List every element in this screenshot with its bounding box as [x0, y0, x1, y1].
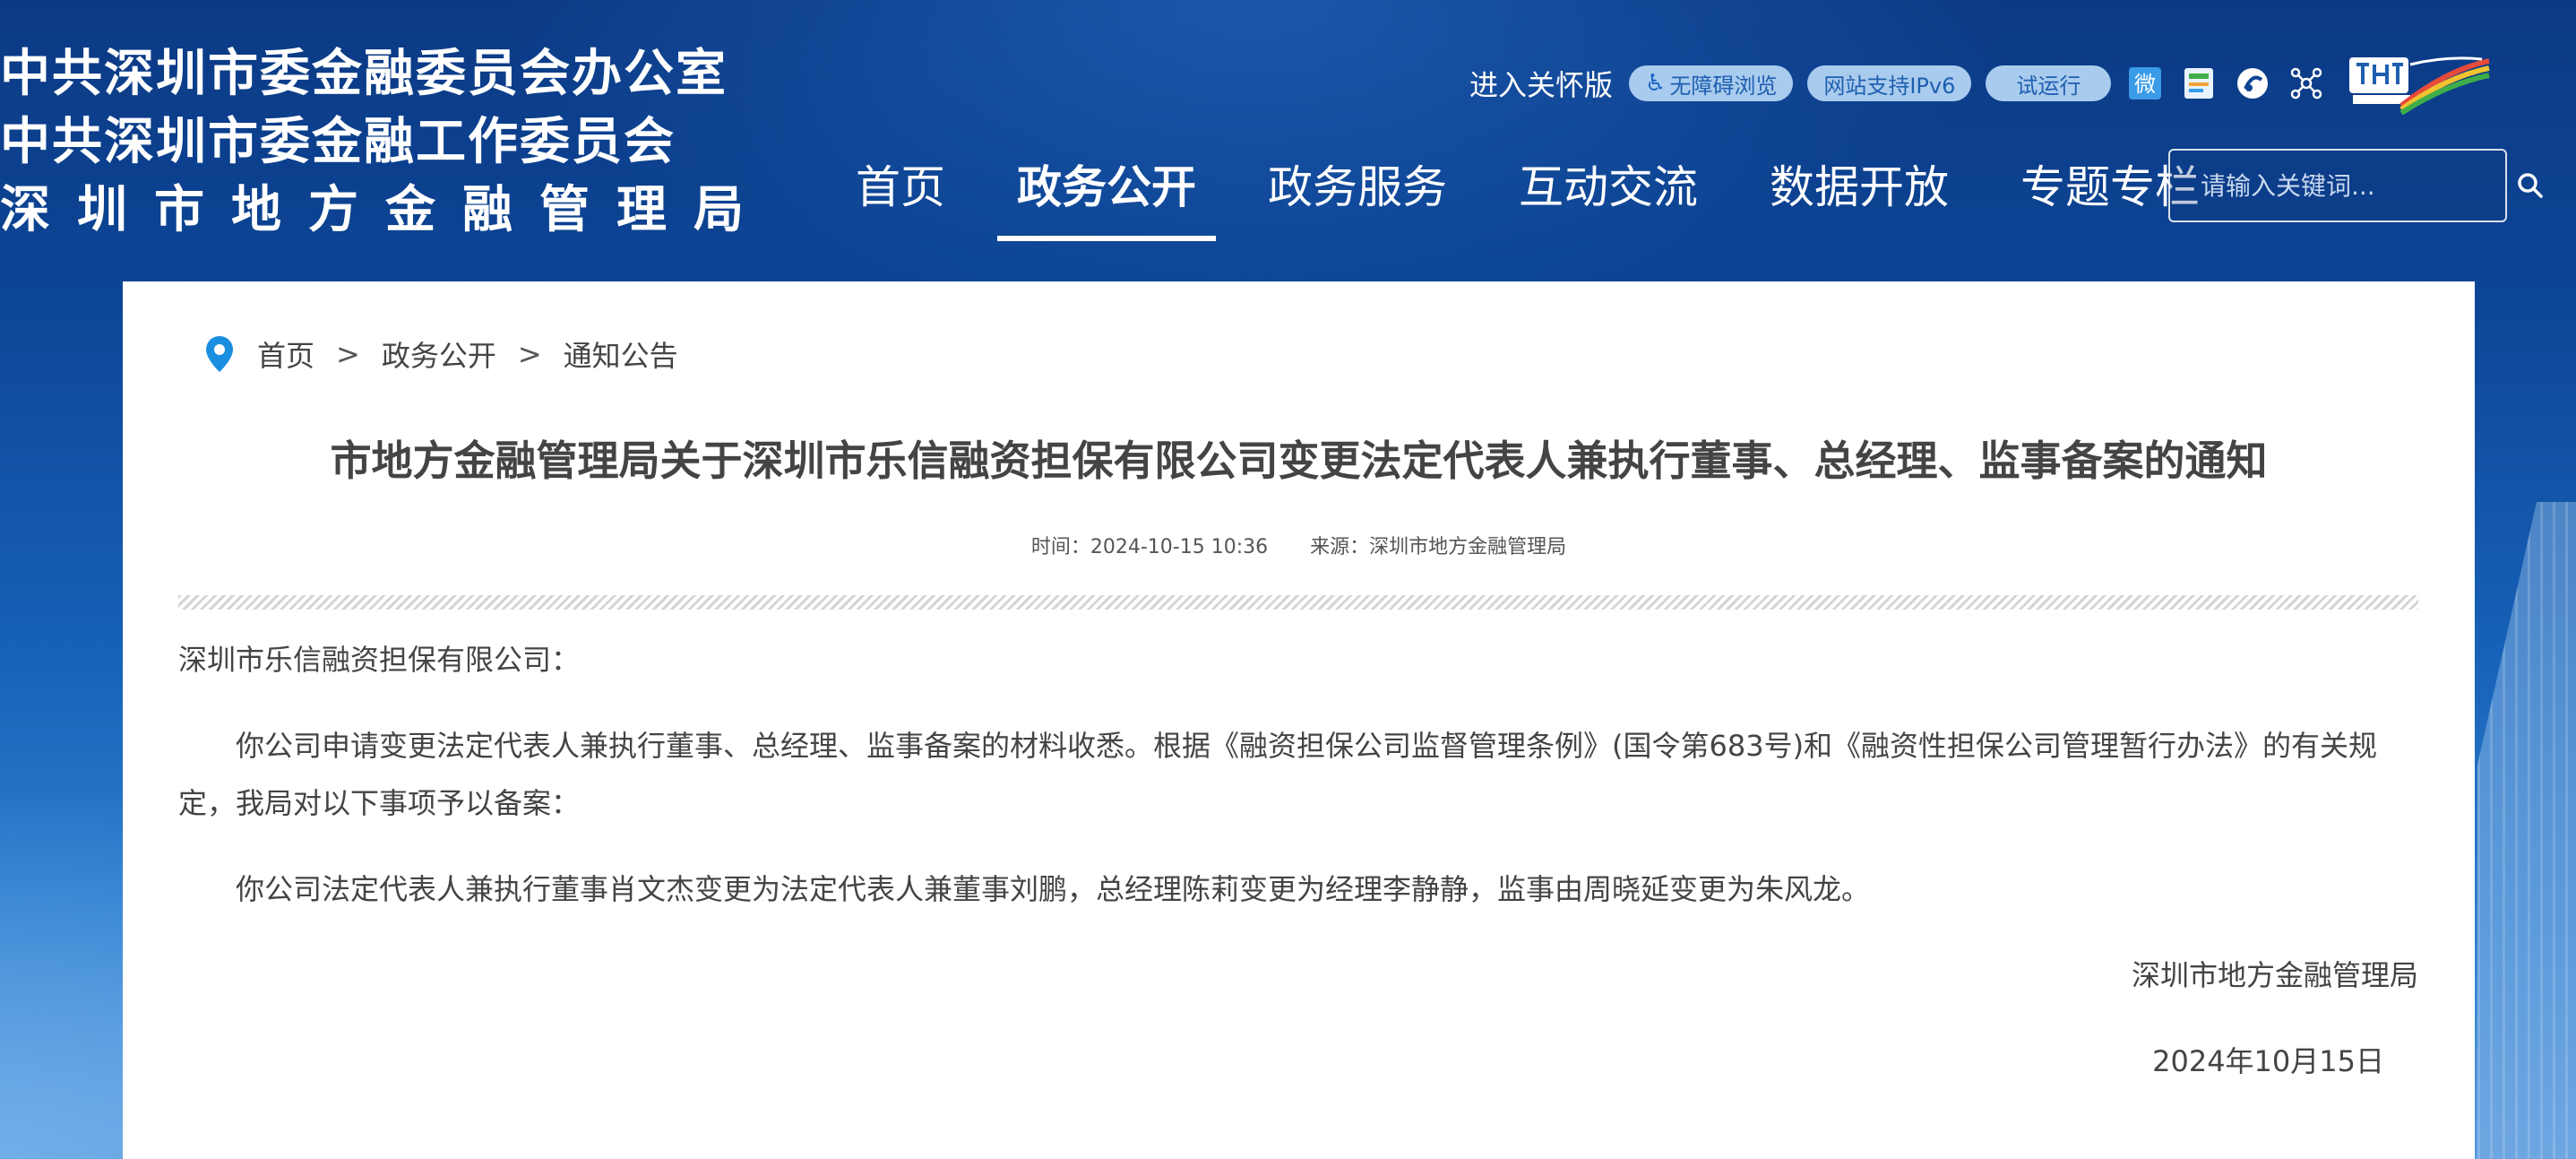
- org-line-2: 中共深圳市委金融工作委员会: [0, 113, 676, 171]
- hatched-divider: [178, 595, 2418, 610]
- accessibility-label: 无障碍浏览: [1669, 73, 1778, 99]
- article-time: 时间：2024-10-15 10:36: [1030, 536, 1269, 558]
- site-title[interactable]: 中共深圳市委金融委员会办公室 中共深圳市委金融工作委员会 深圳市地方金融管理局: [0, 40, 771, 245]
- article-paragraph: 你公司申请变更法定代表人兼执行董事、总经理、监事备案的材料收悉。根据《融资担保公…: [178, 729, 2378, 820]
- org-line-1: 中共深圳市委金融委员会办公室: [0, 45, 728, 103]
- search-icon: [2518, 173, 2543, 198]
- accessibility-button[interactable]: ♿ 无障碍浏览: [1629, 65, 1794, 101]
- search-button[interactable]: [2515, 151, 2546, 221]
- svg-text:微: 微: [2134, 72, 2156, 97]
- accessibility-icon: ♿: [1645, 70, 1667, 97]
- article-body: 深圳市乐信融资担保有限公司： 你公司申请变更法定代表人兼执行董事、总经理、监事备…: [178, 631, 2418, 1090]
- app-icon[interactable]: [2287, 64, 2326, 103]
- shenzhen-logo[interactable]: [2348, 52, 2491, 116]
- nav-open-data[interactable]: 数据开放: [1734, 148, 1985, 241]
- breadcrumb-separator: >: [517, 337, 542, 371]
- ipv6-badge[interactable]: 网站支持IPv6: [1807, 65, 1972, 101]
- article-signature: 深圳市地方金融管理局: [2131, 958, 2418, 992]
- article-title: 市地方金融管理局关于深圳市乐信融资担保有限公司变更法定代表人兼执行董事、总经理、…: [330, 437, 2268, 485]
- weibo-icon[interactable]: [2233, 64, 2272, 103]
- breadcrumb-notices[interactable]: 通知公告: [564, 333, 678, 375]
- breadcrumb: 首页 > 政务公开 > 通知公告: [203, 333, 678, 375]
- article-meta: 时间：2024-10-15 10:36 来源：深圳市地方金融管理局: [123, 531, 2475, 559]
- location-pin-icon: [206, 336, 233, 372]
- breadcrumb-separator: >: [336, 337, 360, 371]
- article-greeting: 深圳市乐信融资担保有限公司：: [178, 643, 581, 677]
- nav-services[interactable]: 政务服务: [1232, 148, 1483, 241]
- search-input[interactable]: [2170, 169, 2515, 202]
- wechat-icon[interactable]: 微: [2125, 64, 2165, 103]
- mini-program-icon[interactable]: [2179, 64, 2218, 103]
- nav-interaction[interactable]: 互动交流: [1483, 148, 1734, 241]
- article-paragraph: 你公司法定代表人兼执行董事肖文杰变更为法定代表人兼董事刘鹏，总经理陈莉变更为经理…: [236, 872, 1871, 906]
- nav-government-affairs[interactable]: 政务公开: [997, 148, 1216, 241]
- breadcrumb-government-affairs[interactable]: 政务公开: [382, 333, 496, 375]
- main-nav: 首页 政务公开 政务服务 互动交流 数据开放 专题专栏: [820, 148, 2236, 241]
- breadcrumb-home[interactable]: 首页: [257, 333, 314, 375]
- article-source: 来源：深圳市地方金融管理局: [1310, 536, 1567, 558]
- article-date: 2024年10月15日: [2152, 1044, 2384, 1078]
- trial-badge[interactable]: 试运行: [1986, 65, 2112, 101]
- content-panel: 首页 > 政务公开 > 通知公告 市地方金融管理局关于深圳市乐信融资担保有限公司…: [123, 281, 2475, 1159]
- org-line-3: 深圳市地方金融管理局: [0, 181, 771, 239]
- care-version-link[interactable]: 进入关怀版: [1469, 63, 1613, 104]
- utility-bar: 进入关怀版 ♿ 无障碍浏览 网站支持IPv6 试运行 微: [1469, 56, 2491, 116]
- search-box: [2168, 149, 2543, 222]
- nav-home[interactable]: 首页: [820, 148, 981, 241]
